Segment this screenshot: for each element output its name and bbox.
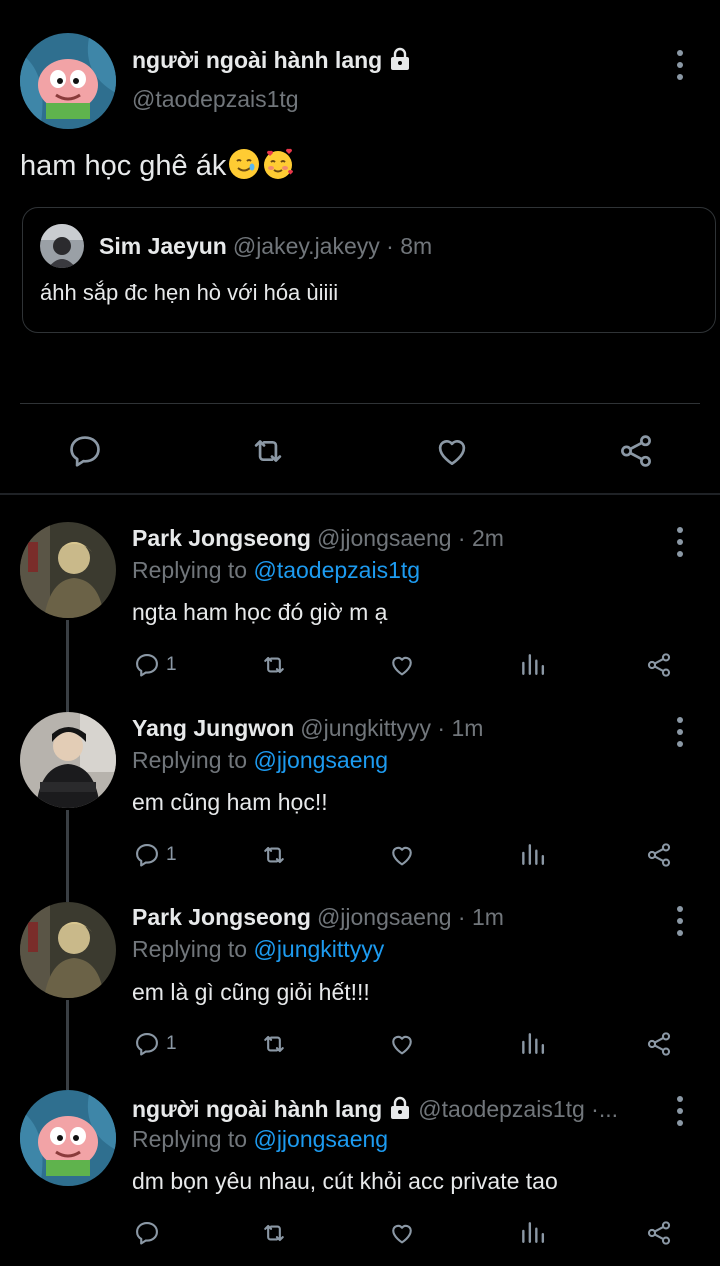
more-options-icon[interactable]: [674, 527, 686, 557]
main-handle: @taodepzais1tg: [132, 86, 299, 112]
thread-line: [66, 810, 69, 902]
quoted-tweet-card[interactable]: [22, 207, 716, 333]
lock-icon: [388, 1096, 412, 1126]
replying-to: Replying to @jungkittyyy: [132, 936, 385, 962]
retweet-icon[interactable]: [249, 432, 287, 470]
avatar[interactable]: [20, 902, 116, 998]
mention-link[interactable]: @taodepzais1tg: [253, 557, 420, 583]
tweet-text: ham học ghê ák: [20, 148, 294, 183]
reply-count: 1: [166, 1033, 177, 1054]
reply-display-name[interactable]: Park Jongseong @jjongsaeng · 2m: [132, 525, 504, 552]
share-icon[interactable]: [645, 1030, 673, 1058]
reply-icon[interactable]: 1: [133, 841, 177, 869]
thread-line: [66, 1000, 69, 1090]
like-icon[interactable]: [388, 841, 416, 869]
divider: [0, 493, 720, 495]
patrick-avatar-image: [20, 33, 116, 129]
replying-to: Replying to @taodepzais1tg: [132, 557, 421, 583]
like-icon[interactable]: [388, 1219, 416, 1247]
main-display-name[interactable]: người ngoài hành lang: [132, 47, 412, 77]
more-options-icon[interactable]: [674, 1096, 686, 1126]
quoted-meta: @jakey.jakeyy · 8m: [232, 233, 433, 259]
lock-icon: [388, 47, 412, 77]
retweet-icon[interactable]: [258, 841, 290, 869]
reply-count: 1: [166, 844, 177, 865]
reply-display-name[interactable]: Yang Jungwon @jungkittyyy · 1m: [132, 715, 483, 742]
like-icon[interactable]: [388, 651, 416, 679]
analytics-icon[interactable]: [519, 1219, 545, 1245]
smiling-tear-emoji-icon: [228, 148, 260, 180]
analytics-icon[interactable]: [519, 841, 545, 867]
retweet-icon[interactable]: [258, 1219, 290, 1247]
reply-text: em là gì cũng giỏi hết!!!: [132, 979, 370, 1005]
reply-text: dm bọn yêu nhau, cút khỏi acc private ta…: [132, 1168, 558, 1194]
more-options-icon[interactable]: [674, 906, 686, 936]
reply-icon[interactable]: 1: [133, 1030, 177, 1058]
share-icon[interactable]: [645, 651, 673, 679]
analytics-icon[interactable]: [519, 651, 545, 677]
reply-icon[interactable]: 1: [133, 651, 177, 679]
reply-icon[interactable]: [66, 432, 104, 470]
mention-link[interactable]: @jungkittyyy: [253, 936, 384, 962]
reply-text: em cũng ham học!!: [132, 789, 328, 815]
more-options-icon[interactable]: [674, 717, 686, 747]
divider: [20, 403, 700, 404]
like-icon[interactable]: [433, 432, 471, 470]
share-icon[interactable]: [645, 1219, 673, 1247]
retweet-icon[interactable]: [258, 651, 290, 679]
more-options-icon[interactable]: [674, 50, 686, 80]
share-icon[interactable]: [617, 432, 655, 470]
thread-line: [66, 620, 69, 712]
mention-link[interactable]: @jjongsaeng: [253, 1126, 388, 1152]
reply-display-name[interactable]: Park Jongseong @jjongsaeng · 1m: [132, 904, 504, 931]
analytics-icon[interactable]: [519, 1030, 545, 1056]
reply-count: 1: [166, 654, 177, 675]
like-icon[interactable]: [388, 1030, 416, 1058]
reply-icon[interactable]: [133, 1219, 161, 1247]
reply-display-name[interactable]: người ngoài hành lang @taodepzais1tg ·...: [132, 1096, 618, 1126]
replying-to: Replying to @jjongsaeng: [132, 1126, 389, 1152]
share-icon[interactable]: [645, 841, 673, 869]
mention-link[interactable]: @jjongsaeng: [253, 747, 388, 773]
avatar[interactable]: [20, 522, 116, 618]
retweet-icon[interactable]: [258, 1030, 290, 1058]
avatar[interactable]: [20, 33, 116, 129]
avatar[interactable]: [20, 712, 116, 808]
reply-text: ngta ham học đó giờ m ạ: [132, 599, 388, 625]
quoted-avatar[interactable]: [40, 224, 84, 268]
quoted-display-name: Sim Jaeyun @jakey.jakeyy · 8m: [99, 233, 433, 259]
avatar[interactable]: [20, 1090, 116, 1186]
smiling-face-with-hearts-emoji-icon: [262, 148, 294, 180]
quoted-tweet-text: áhh sắp đc hẹn hò với hóa ùiiii: [40, 280, 339, 305]
replying-to: Replying to @jjongsaeng: [132, 747, 389, 773]
